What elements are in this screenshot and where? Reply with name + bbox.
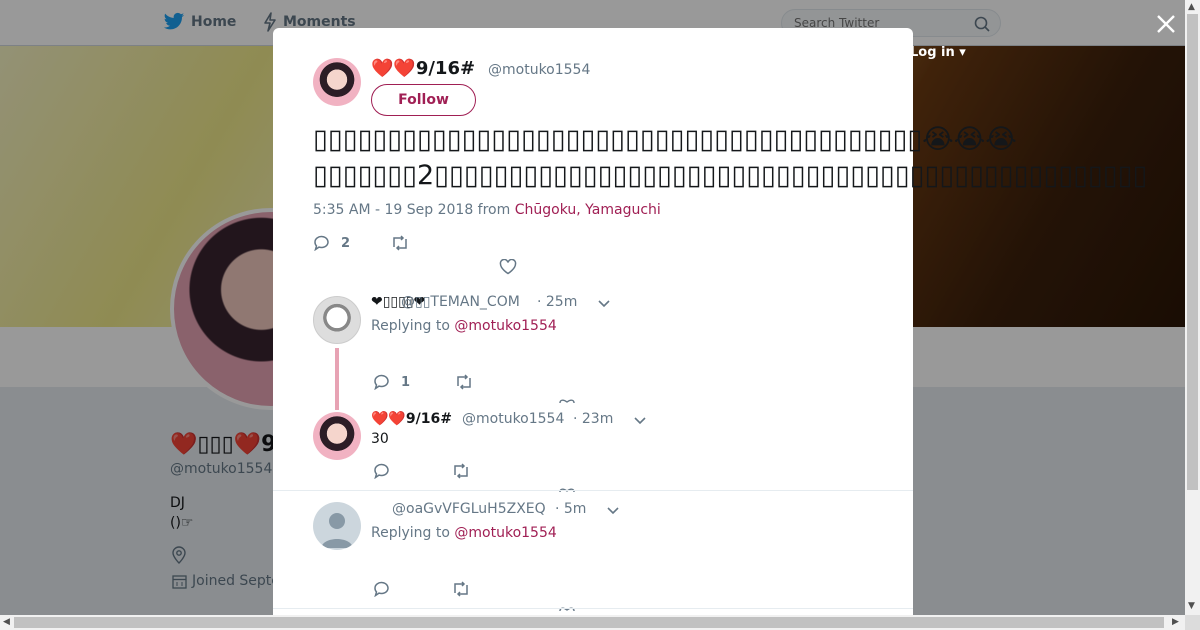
scroll-down-arrow[interactable]: ▼ — [1188, 601, 1195, 611]
reply-icon[interactable] — [373, 581, 391, 597]
tweet-location-link[interactable]: Chūgoku, Yamaguchi — [515, 202, 661, 218]
reply-actions — [373, 463, 471, 479]
tweet-author-name[interactable]: ❤️❤️9/16# — [371, 58, 475, 79]
divider — [273, 490, 913, 491]
reply-author-handle[interactable]: @motuko1554 — [462, 411, 564, 427]
tweet-author-avatar[interactable] — [313, 58, 361, 106]
reply-text: 30 — [371, 431, 389, 447]
reply-icon[interactable] — [313, 235, 331, 251]
reply-author-handle[interactable]: @oaGvVFGLuH5ZXEQ — [392, 501, 546, 517]
default-avatar-icon[interactable] — [313, 502, 361, 550]
reply-mention-link[interactable]: @motuko1554 — [454, 318, 556, 334]
reply-item[interactable]: ❤▯▯▯▯❤ @▯▯TEMAN_COM · 25m Replying to @m… — [273, 290, 913, 400]
follow-button[interactable]: Follow — [371, 84, 476, 116]
chevron-down-icon[interactable] — [633, 416, 647, 426]
reply-actions — [373, 581, 471, 597]
reply-actions: 1 — [373, 374, 474, 390]
reply-replying-to: Replying to @motuko1554 — [371, 525, 557, 541]
tweet-text-line1: ▯▯▯▯▯▯▯▯▯▯▯▯▯▯▯▯▯▯▯▯▯▯▯▯▯▯▯▯▯▯▯▯▯▯▯▯▯▯▯▯… — [313, 124, 1017, 155]
tweet-modal: ❤️❤️9/16# @motuko1554 Follow ▯▯▯▯▯▯▯▯▯▯▯… — [273, 28, 1147, 615]
retweet-icon[interactable] — [390, 235, 410, 251]
reply-avatar[interactable] — [313, 412, 361, 460]
reply-count: 1 — [401, 374, 411, 390]
reply-author-name[interactable]: ❤️❤️9/16# — [371, 411, 452, 427]
scroll-left-arrow[interactable]: ◀ — [3, 617, 10, 627]
heart-icon[interactable] — [559, 606, 575, 612]
scrollbar-thumb[interactable] — [1187, 14, 1198, 490]
tweet-timestamp: 5:35 AM - 19 Sep 2018 from Chūgoku, Yama… — [313, 202, 661, 218]
tweet-time: 5:35 AM - 19 Sep 2018 from — [313, 202, 515, 218]
heart-icon[interactable] — [559, 398, 575, 404]
scrollbar-thumb[interactable] — [14, 617, 1164, 628]
reply-icon[interactable] — [373, 374, 391, 390]
retweet-icon[interactable] — [451, 463, 471, 479]
login-link[interactable]: Log in ▾ — [910, 45, 966, 60]
tweet-text-line2: ▯▯▯▯▯▯▯2▯▯▯▯▯▯▯▯▯▯▯▯▯▯▯▯▯▯▯▯▯▯▯▯▯▯▯▯▯▯▯▯… — [313, 160, 1148, 191]
tweet-author-handle[interactable]: @motuko1554 — [488, 62, 590, 78]
reply-time[interactable]: · 25m — [537, 294, 577, 310]
divider — [273, 608, 913, 609]
heart-icon[interactable] — [499, 259, 517, 275]
close-icon[interactable] — [1155, 13, 1177, 35]
chevron-down-icon[interactable] — [606, 506, 620, 516]
reply-item[interactable]: ❤️❤️9/16# @motuko1554 · 23m 30 — [273, 408, 913, 488]
reply-avatar[interactable] — [313, 296, 361, 344]
scroll-up-arrow[interactable]: ▲ — [1188, 2, 1195, 12]
tweet-reply-count: 2 — [341, 235, 351, 251]
scroll-right-arrow[interactable]: ▶ — [1172, 617, 1179, 627]
tweet-text: ▯▯▯▯▯▯▯▯▯▯▯▯▯▯▯▯▯▯▯▯▯▯▯▯▯▯▯▯▯▯▯▯▯▯▯▯▯▯▯▯… — [313, 122, 1147, 194]
thread-connector — [335, 348, 339, 410]
reply-icon[interactable] — [373, 463, 391, 479]
retweet-icon[interactable] — [451, 581, 471, 597]
reply-time[interactable]: · 23m — [573, 411, 613, 427]
tweet-actions: 2 — [313, 235, 410, 251]
retweet-icon[interactable] — [454, 374, 474, 390]
reply-mention-link[interactable]: @motuko1554 — [454, 525, 556, 541]
reply-author-handle[interactable]: @▯▯TEMAN_COM — [401, 294, 520, 310]
reply-item[interactable]: @oaGvVFGLuH5ZXEQ · 5m Replying to @motuk… — [273, 498, 913, 608]
reply-time[interactable]: · 5m — [555, 501, 586, 517]
scrollbar-corner — [1185, 615, 1200, 630]
chevron-down-icon[interactable] — [597, 299, 611, 309]
vertical-scrollbar[interactable]: ▲ ▼ — [1185, 0, 1200, 615]
horizontal-scrollbar[interactable]: ◀ ▶ — [0, 615, 1185, 630]
reply-replying-to: Replying to @motuko1554 — [371, 318, 557, 334]
